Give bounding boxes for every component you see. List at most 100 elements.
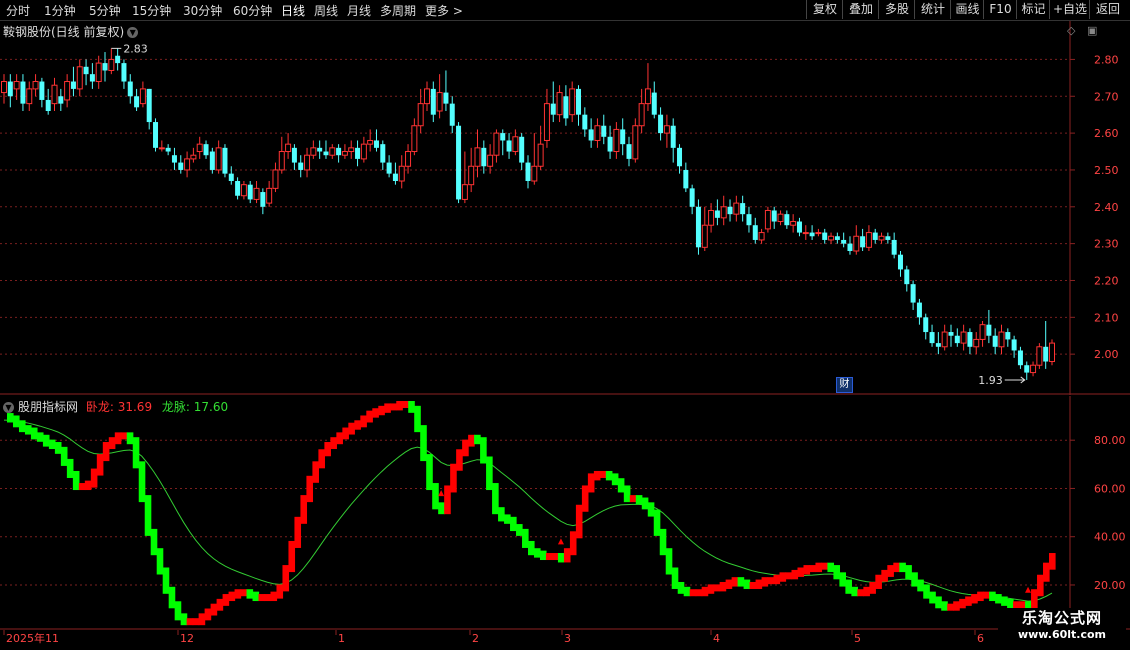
candle-body <box>588 129 594 141</box>
candle <box>563 85 569 126</box>
candle <box>1017 346 1023 369</box>
candle <box>278 136 285 174</box>
zixuan-button[interactable]: +自选 <box>1049 0 1090 19</box>
candle <box>1036 343 1043 369</box>
period-daily[interactable]: 日线 <box>281 2 305 19</box>
wolong-bar <box>468 434 475 447</box>
fanhui-button[interactable]: 返回 <box>1089 0 1126 19</box>
candle-body <box>1030 364 1037 374</box>
time-axis-label: 2025年11 <box>6 631 59 645</box>
candle <box>115 48 121 71</box>
wolong-bar <box>366 410 373 423</box>
period-more[interactable]: 更多 > <box>425 2 463 19</box>
wolong-bar <box>737 577 745 587</box>
tongji-button[interactable]: 统计 <box>914 0 951 19</box>
longmai-label: 龙脉: <box>161 400 190 414</box>
candle-body <box>841 239 847 244</box>
candle-body <box>878 235 885 241</box>
wolong-bar <box>1049 553 1056 570</box>
wolong-bar <box>474 434 481 445</box>
candle <box>512 129 519 156</box>
candle <box>121 59 127 89</box>
period-1min[interactable]: 1分钟 <box>44 2 76 19</box>
candle-body <box>519 136 525 163</box>
candle-body <box>644 88 651 105</box>
buy-arrow-icon <box>438 490 445 497</box>
wolong-bar <box>563 548 571 563</box>
candle <box>758 228 765 244</box>
candle-body <box>601 125 607 137</box>
candle-body <box>576 88 582 115</box>
candle-body <box>360 143 367 160</box>
candle <box>822 228 828 244</box>
wolong-bar <box>36 432 44 442</box>
candle <box>228 166 234 185</box>
wolong-bar <box>965 596 972 606</box>
wolong-bar <box>791 569 799 580</box>
window-icon[interactable]: ▣ <box>1087 24 1097 37</box>
period-weekly[interactable]: 周线 <box>314 2 338 19</box>
candle <box>701 206 708 251</box>
candle-body <box>474 147 481 167</box>
candle <box>209 147 215 174</box>
candle-body <box>235 181 241 196</box>
dropdown-icon[interactable]: ▼ <box>127 27 139 38</box>
candle-body <box>386 162 392 174</box>
candle-body <box>423 88 430 105</box>
wolong-bar <box>336 432 343 445</box>
candle <box>777 210 784 226</box>
candle <box>1043 321 1049 369</box>
candle <box>329 144 336 159</box>
period-5min[interactable]: 5分钟 <box>89 2 121 19</box>
candle-body <box>272 169 279 189</box>
candle-body <box>1011 339 1017 351</box>
candle <box>576 85 582 126</box>
candle-body <box>822 232 828 240</box>
huaxian-button[interactable]: 画线 <box>950 0 984 19</box>
period-15min[interactable]: 15分钟 <box>132 2 171 19</box>
wolong-bar <box>162 567 170 594</box>
diamond-icon[interactable]: ◇ <box>1067 24 1075 37</box>
wolong-bar <box>599 470 607 478</box>
fuquan-button[interactable]: 复权 <box>806 0 843 19</box>
biaoji-button[interactable]: 标记 <box>1016 0 1050 19</box>
finance-marker[interactable]: 财 <box>836 377 853 393</box>
candle <box>733 195 740 222</box>
candlestick-chart: 2.80 2.70 2.60 2.50 2.40 2.30 2.20 2.10 2.00 2.83… <box>0 21 1130 395</box>
top-toolbar: 分时 1分钟 5分钟 15分钟 30分钟 60分钟 日线 周线 月线 多周期 更… <box>0 0 1130 21</box>
candle <box>153 118 159 152</box>
period-monthly[interactable]: 月线 <box>347 2 371 19</box>
period-30min[interactable]: 30分钟 <box>183 2 222 19</box>
period-fenshi[interactable]: 分时 <box>6 2 30 19</box>
f10-button[interactable]: F10 <box>983 0 1017 19</box>
wolong-bar <box>797 567 805 577</box>
wolong-bar <box>294 516 302 548</box>
candle <box>461 151 468 204</box>
candle <box>139 81 146 108</box>
indicator-axis-label: 20.00 <box>1094 579 1126 592</box>
dropdown-icon[interactable]: ▼ <box>3 402 14 413</box>
wolong-bar <box>725 579 733 589</box>
candle-body <box>76 66 83 90</box>
candle-body <box>632 125 639 160</box>
indicator-panel[interactable]: 80.00 60.00 40.00 20.00 ▼ 股朋指标网 卧龙: 31.69 龙脉… <box>0 396 1130 630</box>
candle-body <box>885 236 891 240</box>
candle <box>203 140 209 159</box>
period-multi[interactable]: 多周期 <box>380 2 416 19</box>
wolong-bar <box>246 589 254 599</box>
candle-body <box>115 55 121 64</box>
wolong-bar <box>342 427 349 440</box>
period-60min[interactable]: 60分钟 <box>233 2 272 19</box>
diejia-button[interactable]: 叠加 <box>842 0 879 19</box>
candle <box>373 129 379 152</box>
wolong-bar <box>240 589 248 597</box>
duogu-button[interactable]: 多股 <box>878 0 915 19</box>
candle-body <box>506 140 512 152</box>
candle <box>1 74 7 104</box>
wolong-bar <box>492 483 499 515</box>
candle <box>841 232 847 248</box>
main-chart-panel[interactable]: 2.80 2.70 2.60 2.50 2.40 2.30 2.20 2.10 2.00 2.83… <box>0 21 1130 395</box>
wolong-bar <box>707 584 715 594</box>
candle <box>430 81 436 123</box>
candle-body <box>373 140 379 148</box>
